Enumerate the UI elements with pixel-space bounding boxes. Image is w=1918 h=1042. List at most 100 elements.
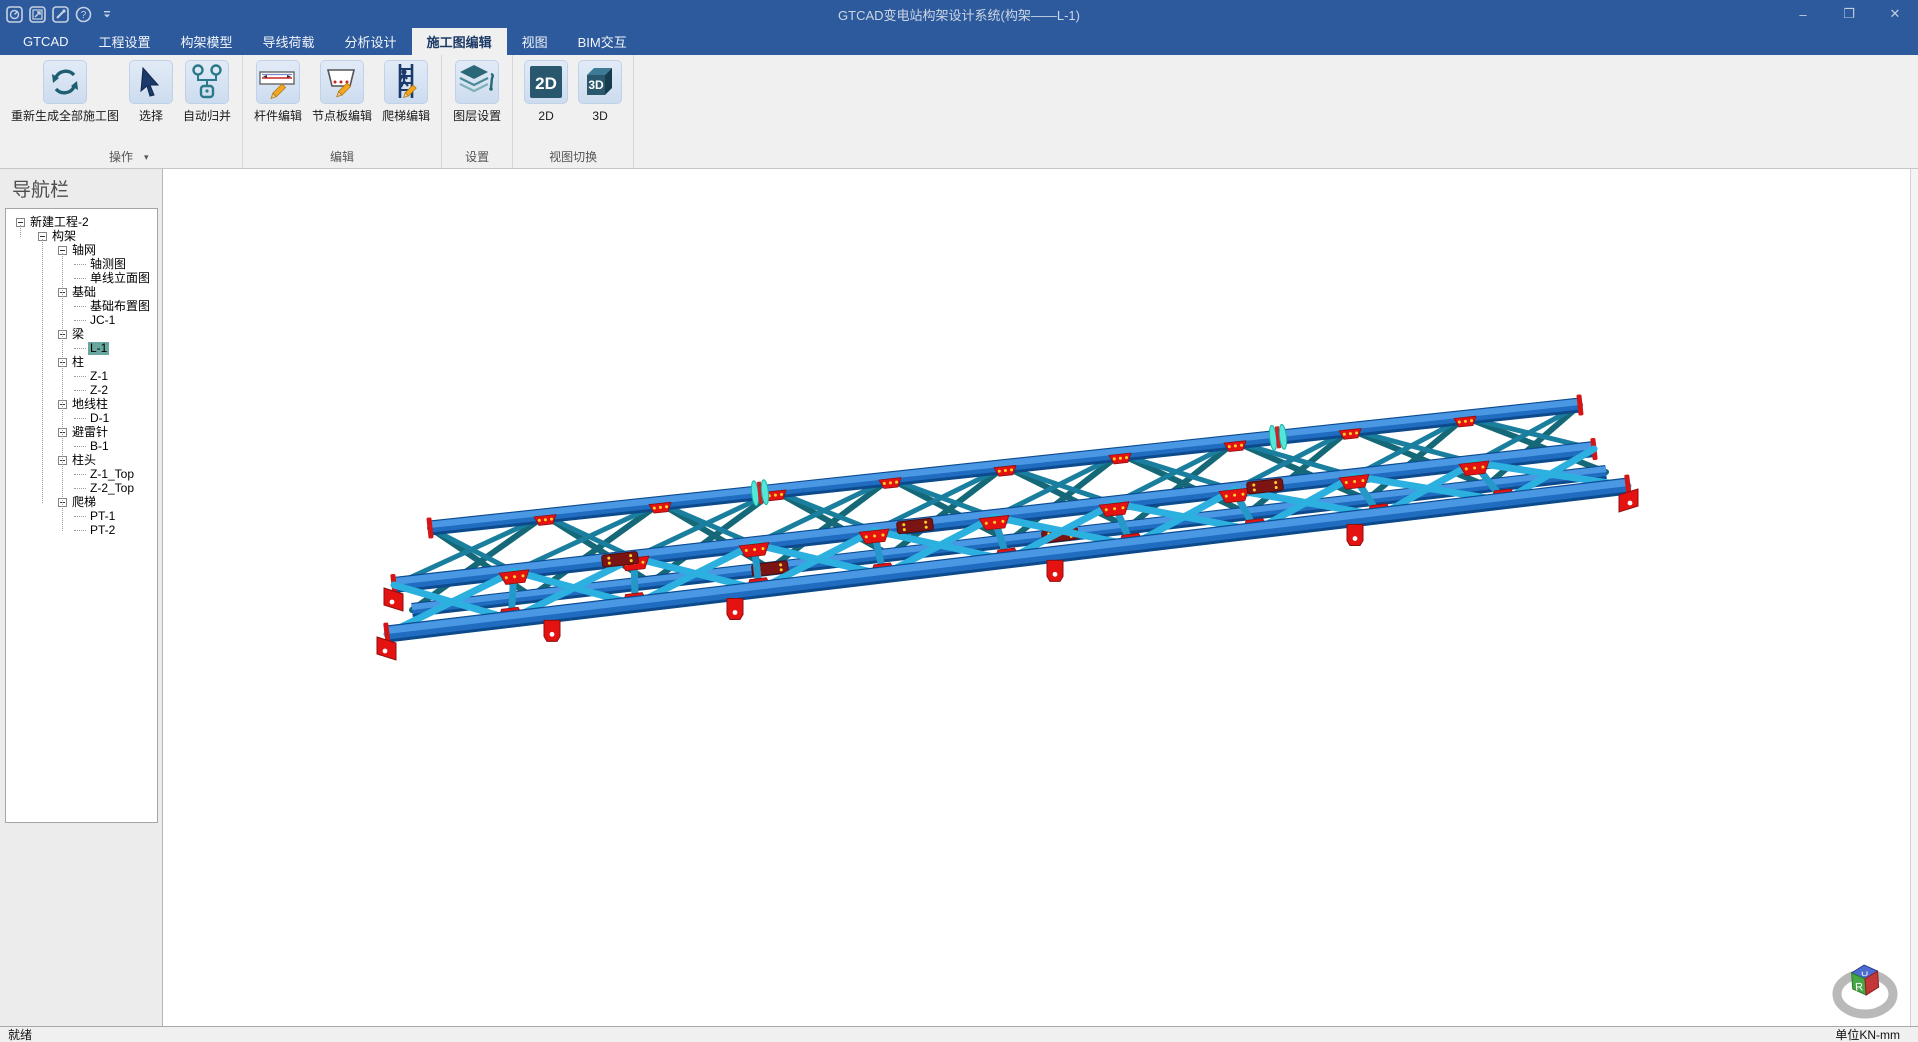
tree-item-label: Z-1 (88, 370, 110, 383)
tree-item-避雷针[interactable]: 避雷针 (6, 425, 157, 439)
regenerate-icon (43, 60, 87, 104)
ribbon-group-label: 设置 (446, 149, 508, 168)
tree-item-Z-1_Top[interactable]: Z-1_Top (6, 467, 157, 481)
tree-item-构架[interactable]: 构架 (6, 229, 157, 243)
ribbon-button-member-edit[interactable]: 杆件编辑 (249, 59, 307, 124)
menu-tab-bar: GTCAD工程设置构架模型导线荷载分析设计施工图编辑视图BIM交互 (0, 28, 1918, 55)
logo-cube: U R (1851, 964, 1879, 996)
svg-text:3D: 3D (588, 78, 604, 92)
ribbon-button-view-2d[interactable]: 2D2D (519, 59, 573, 124)
tree-item-Z-2[interactable]: Z-2 (6, 383, 157, 397)
status-message: 就绪 (0, 1026, 32, 1042)
tree-guide-line (20, 225, 21, 237)
restore-button[interactable]: ❐ (1826, 0, 1872, 28)
tree-connector (74, 264, 86, 265)
chevron-down-icon[interactable]: ▾ (144, 149, 149, 166)
tree-connector (74, 348, 86, 349)
tree-item-基础[interactable]: 基础 (6, 285, 157, 299)
menu-tab-6[interactable]: 视图 (507, 28, 563, 55)
tree-item-PT-2[interactable]: PT-2 (6, 523, 157, 537)
tree-item-PT-1[interactable]: PT-1 (6, 509, 157, 523)
tree-item-Z-2_Top[interactable]: Z-2_Top (6, 481, 157, 495)
export-sheet-icon[interactable] (29, 6, 46, 23)
tree-item-D-1[interactable]: D-1 (6, 411, 157, 425)
ribbon-group-label: 视图切换 (517, 149, 629, 168)
ladder-edit-icon (384, 60, 428, 104)
ribbon-button-label: 爬梯编辑 (382, 108, 430, 124)
tree-item-label: 基础 (70, 286, 98, 299)
tree-item-label: 单线立面图 (88, 272, 152, 285)
menu-tab-7[interactable]: BIM交互 (563, 28, 642, 55)
tree-item-柱[interactable]: 柱 (6, 355, 157, 369)
tree-item-地线柱[interactable]: 地线柱 (6, 397, 157, 411)
ribbon-button-layer-settings[interactable]: 图层设置 (448, 59, 506, 124)
tree-item-梁[interactable]: 梁 (6, 327, 157, 341)
title-bar: ? GTCAD变电站构架设计系统(构架——L-1) –❐✕ (0, 0, 1918, 28)
ribbon-group-0: 重新生成全部施工图 选择自动归并操作▾ (0, 55, 243, 168)
tree-item-label: 新建工程-2 (28, 216, 91, 229)
tree-item-爬梯[interactable]: 爬梯 (6, 495, 157, 509)
menu-tab-0[interactable]: GTCAD (8, 28, 84, 55)
ribbon-toolbar: 重新生成全部施工图选择自动归并操作▾杆件编辑节点板编辑爬梯编辑编辑图层设置设置2… (0, 55, 1918, 169)
ribbon-button-auto-merge[interactable]: 自动归并 (178, 59, 236, 124)
tree-item-新建工程-2[interactable]: 新建工程-2 (6, 215, 157, 229)
tree-item-B-1[interactable]: B-1 (6, 439, 157, 453)
menu-tab-5[interactable]: 施工图编辑 (412, 28, 507, 55)
tree-item-label: 轴网 (70, 244, 98, 257)
brand-logo-watermark: U R (1830, 954, 1900, 1020)
tree-item-柱头[interactable]: 柱头 (6, 453, 157, 467)
auto-merge-icon (185, 60, 229, 104)
tree-connector (74, 306, 86, 307)
ribbon-button-regenerate[interactable]: 重新生成全部施工图 (6, 59, 124, 124)
tree-item-label: 避雷针 (70, 426, 110, 439)
model-viewport[interactable] (163, 169, 1910, 1026)
tree-item-label: L-1 (88, 342, 109, 355)
tree-item-轴测图[interactable]: 轴测图 (6, 257, 157, 271)
app-gauge-icon[interactable] (6, 6, 23, 23)
layer-settings-icon (455, 60, 499, 104)
tree-item-L-1[interactable]: L-1 (6, 341, 157, 355)
model-canvas[interactable]: U R (163, 169, 1910, 1026)
ribbon-group-label: 编辑 (247, 149, 437, 168)
svg-text:?: ? (81, 10, 87, 21)
tree-item-label: JC-1 (88, 314, 117, 327)
help-icon[interactable]: ? (75, 6, 92, 23)
tree-item-JC-1[interactable]: JC-1 (6, 313, 157, 327)
menu-tab-4[interactable]: 分析设计 (330, 28, 412, 55)
tree-item-label: 基础布置图 (88, 300, 152, 313)
tree-item-label: PT-2 (88, 524, 117, 537)
tree-connector (74, 516, 86, 517)
close-button[interactable]: ✕ (1872, 0, 1918, 28)
tree-item-单线立面图[interactable]: 单线立面图 (6, 271, 157, 285)
tree-item-轴网[interactable]: 轴网 (6, 243, 157, 257)
menu-tab-1[interactable]: 工程设置 (84, 28, 166, 55)
tree-connector (74, 418, 86, 419)
tree-item-Z-1[interactable]: Z-1 (6, 369, 157, 383)
ribbon-button-label: 重新生成全部施工图 (11, 108, 119, 124)
view-3d-icon: 3D (578, 60, 622, 104)
ribbon-button-label: 节点板编辑 (312, 108, 372, 124)
tree-item-基础布置图[interactable]: 基础布置图 (6, 299, 157, 313)
ribbon-button-gusset-plate-edit[interactable]: 节点板编辑 (307, 59, 377, 124)
tool-sheet-icon[interactable] (52, 6, 69, 23)
menu-tab-2[interactable]: 构架模型 (166, 28, 248, 55)
tree-connector (74, 320, 86, 321)
window-controls: –❐✕ (1780, 0, 1918, 28)
ribbon-group-2: 图层设置设置 (442, 55, 513, 168)
ribbon-button-label: 3D (592, 108, 607, 124)
tree-item-label: 构架 (50, 230, 78, 243)
ribbon-group-label: 操作▾ (4, 149, 238, 168)
ribbon-button-label: 选择 (139, 108, 163, 124)
minimize-button[interactable]: – (1780, 0, 1826, 28)
tree-connector (74, 390, 86, 391)
tree-item-label: 爬梯 (70, 496, 98, 509)
ribbon-button-view-3d[interactable]: 3D 3D (573, 59, 627, 124)
menu-tab-3[interactable]: 导线荷载 (248, 28, 330, 55)
navigation-panel: 导航栏 新建工程-2构架轴网轴测图单线立面图基础基础布置图JC-1梁L-1柱Z-… (0, 169, 163, 1026)
member-edit-icon (256, 60, 300, 104)
ribbon-group-1: 杆件编辑节点板编辑爬梯编辑编辑 (243, 55, 442, 168)
ribbon-button-select-cursor[interactable]: 选择 (124, 59, 178, 124)
status-bar: 就绪 单位KN-mm (0, 1026, 1918, 1042)
ribbon-button-ladder-edit[interactable]: 爬梯编辑 (377, 59, 435, 124)
toolbar-options-caret-icon[interactable] (98, 6, 115, 23)
